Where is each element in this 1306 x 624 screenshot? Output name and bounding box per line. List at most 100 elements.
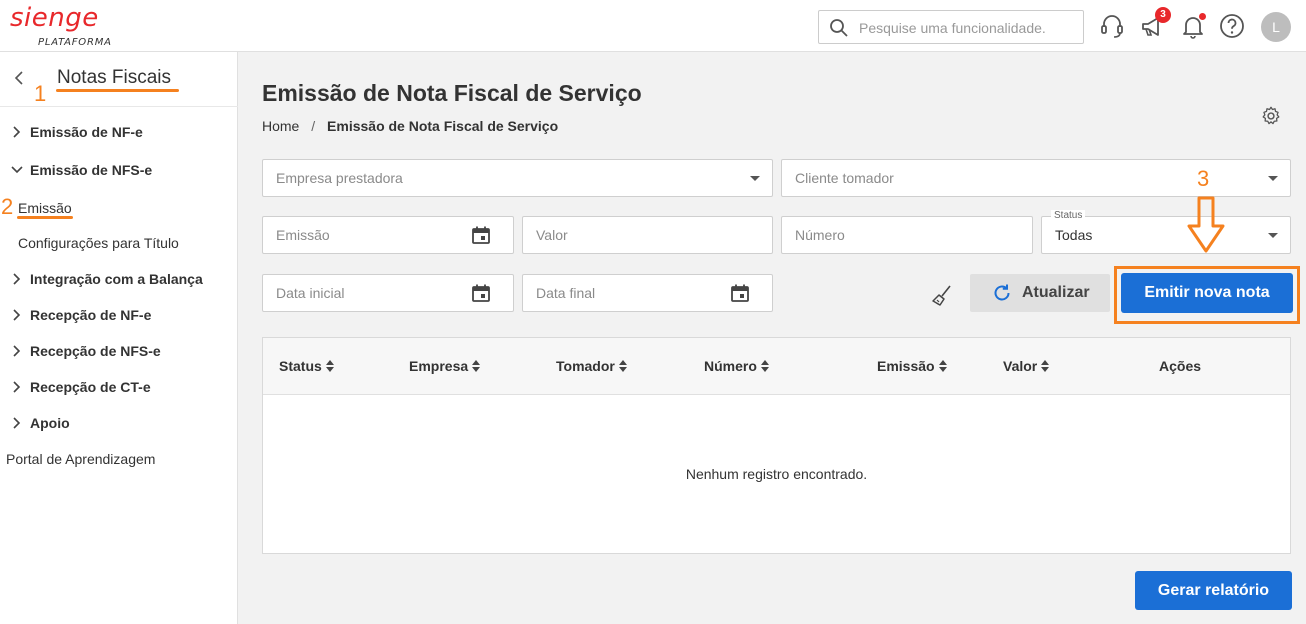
chevron-right-icon (13, 345, 21, 357)
col-empresa[interactable]: Empresa (409, 358, 481, 374)
avatar[interactable]: L (1261, 12, 1291, 42)
chevron-right-icon (13, 381, 21, 393)
sidebar-item-recepcao-nfe[interactable]: Recepção de NF-e (0, 300, 237, 330)
annotation-3: 3 (1197, 166, 1210, 191)
col-status[interactable]: Status (279, 358, 334, 374)
sidebar-subitem-configuracoes[interactable]: Configurações para Título (18, 235, 179, 251)
empty-state-message: Nenhum registro encontrado. (685, 466, 868, 482)
sort-icon (325, 360, 334, 372)
emitir-nova-nota-button[interactable]: Emitir nova nota (1121, 273, 1293, 313)
breadcrumb-separator: / (311, 118, 316, 134)
sienge-logo[interactable]: sienge PLATAFORMA (10, 3, 111, 48)
emissao-date-field[interactable]: Emissão (262, 216, 514, 254)
col-label: Valor (1003, 358, 1038, 374)
notas-table: Status Empresa Tomador Número Emissão Va… (262, 337, 1291, 554)
calendar-icon[interactable] (730, 283, 750, 303)
chevron-right-icon (13, 309, 21, 321)
sort-icon (1041, 360, 1050, 372)
chevron-right-icon (13, 273, 21, 285)
numero-placeholder: Número (795, 227, 845, 243)
col-label: Número (704, 358, 757, 374)
numero-field[interactable]: Número (781, 216, 1033, 254)
status-value: Todas (1055, 227, 1093, 243)
help-icon[interactable] (1219, 12, 1245, 40)
col-label: Status (279, 358, 322, 374)
col-label: Tomador (556, 358, 615, 374)
chevron-right-icon (13, 126, 21, 138)
col-valor[interactable]: Valor (1003, 358, 1050, 374)
page-title: Emissão de Nota Fiscal de Serviço (262, 80, 642, 106)
emissao-placeholder: Emissão (276, 227, 330, 243)
sidebar: Notas Fiscais 1 Emissão de NF-e Emissão … (0, 52, 238, 624)
sidebar-item-label: Emissão de NFS-e (30, 162, 153, 178)
status-select[interactable]: Todas (1041, 216, 1291, 254)
sidebar-item-emissao-nfe[interactable]: Emissão de NF-e (0, 117, 237, 147)
valor-placeholder: Valor (536, 227, 568, 243)
sidebar-item-recepcao-cte[interactable]: Recepção de CT-e (0, 372, 237, 402)
refresh-icon (994, 284, 1010, 301)
calendar-icon[interactable] (471, 225, 491, 245)
sidebar-item-portal-aprendizagem[interactable]: Portal de Aprendizagem (6, 451, 155, 467)
top-bar: sienge PLATAFORMA 3 L (0, 0, 1306, 52)
sidebar-item-label: Recepção de CT-e (30, 379, 151, 395)
notification-badge: 3 (1155, 7, 1171, 23)
logo-subtitle: PLATAFORMA (38, 37, 112, 48)
caret-down-icon (1268, 176, 1278, 181)
sort-icon (472, 360, 481, 372)
col-label: Emissão (877, 358, 935, 374)
empresa-prestadora-select[interactable]: Empresa prestadora (262, 159, 773, 197)
gerar-relatorio-button[interactable]: Gerar relatório (1135, 571, 1292, 610)
headset-icon[interactable] (1099, 12, 1125, 40)
sidebar-subitem-emissao[interactable]: Emissão (18, 200, 72, 216)
sort-icon (618, 360, 627, 372)
sidebar-item-apoio[interactable]: Apoio (0, 408, 237, 438)
data-final-field[interactable]: Data final (522, 274, 773, 312)
sidebar-item-label: Emissão de NF-e (30, 124, 143, 140)
annotation-underline-2 (17, 216, 73, 219)
sidebar-item-recepcao-nfse[interactable]: Recepção de NFS-e (0, 336, 237, 366)
search-input[interactable] (859, 18, 1077, 38)
sidebar-title: Notas Fiscais (57, 67, 172, 88)
annotation-1: 1 (34, 81, 47, 106)
sort-icon (938, 360, 947, 372)
gear-icon[interactable] (1260, 105, 1282, 127)
annotation-underline-1 (56, 89, 179, 92)
breadcrumb-home[interactable]: Home (262, 118, 299, 134)
annotation-2: 2 (1, 194, 14, 219)
sidebar-item-label: Recepção de NF-e (30, 307, 152, 323)
status-label: Status (1051, 210, 1086, 221)
clear-filters-broom-icon[interactable] (930, 283, 954, 307)
sidebar-item-integracao-balanca[interactable]: Integração com a Balança (0, 264, 237, 294)
chevron-right-icon (13, 417, 21, 429)
calendar-icon[interactable] (471, 283, 491, 303)
sort-icon (760, 360, 769, 372)
bell-dot (1199, 13, 1206, 20)
breadcrumb: Home / Emissão de Nota Fiscal de Serviço (262, 118, 558, 134)
col-acoes: Ações (1159, 358, 1202, 374)
sidebar-item-label: Integração com a Balança (30, 271, 203, 287)
caret-down-icon (1268, 233, 1278, 238)
data-final-placeholder: Data final (536, 285, 596, 301)
annotation-arrow-down-icon (1187, 196, 1225, 253)
data-inicial-field[interactable]: Data inicial (262, 274, 514, 312)
cliente-tomador-select[interactable]: Cliente tomador (781, 159, 1291, 197)
back-chevron-icon[interactable] (12, 70, 28, 86)
data-inicial-placeholder: Data inicial (276, 285, 345, 301)
atualizar-button[interactable]: Atualizar (970, 274, 1110, 312)
col-tomador[interactable]: Tomador (556, 358, 627, 374)
col-emissao[interactable]: Emissão (877, 358, 947, 374)
sidebar-item-label: Apoio (30, 415, 70, 431)
breadcrumb-current: Emissão de Nota Fiscal de Serviço (327, 118, 559, 134)
search-box[interactable] (818, 10, 1084, 44)
search-icon (830, 19, 848, 37)
table-header: Status Empresa Tomador Número Emissão Va… (263, 338, 1290, 395)
empresa-prestadora-placeholder: Empresa prestadora (276, 170, 403, 186)
chevron-down-icon (11, 166, 23, 174)
col-numero[interactable]: Número (704, 358, 769, 374)
valor-field[interactable]: Valor (522, 216, 773, 254)
sidebar-item-emissao-nfse[interactable]: Emissão de NFS-e (0, 155, 237, 185)
atualizar-label: Atualizar (1022, 284, 1090, 301)
caret-down-icon (750, 176, 760, 181)
logo-text: sienge (10, 3, 99, 33)
sidebar-divider (0, 106, 238, 107)
